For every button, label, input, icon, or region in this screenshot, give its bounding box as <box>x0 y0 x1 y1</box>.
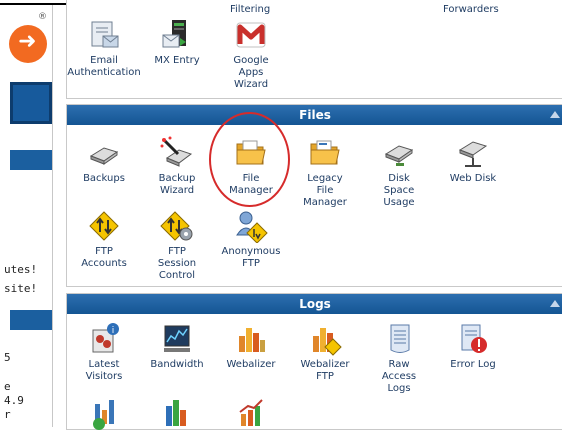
sidebar-text-line: r <box>4 408 11 421</box>
webalizer-icon <box>234 322 268 356</box>
sidebar-text-line[interactable]: site! <box>4 282 37 295</box>
registered-mark: ® <box>38 12 47 22</box>
logs-extra-item-3[interactable] <box>214 396 288 433</box>
item-label: Webalizer <box>226 359 276 370</box>
item-label: Disk Space Usage <box>383 173 415 208</box>
raw-access-logs-item[interactable]: Raw Access Logs <box>362 322 436 395</box>
item-label: FTP Session Control <box>157 246 197 281</box>
logs-section-header[interactable]: Logs <box>67 294 562 314</box>
sidebar-header-bar <box>10 150 52 170</box>
error-log-item[interactable]: Error Log <box>436 322 510 371</box>
disk-space-icon <box>382 136 416 170</box>
backup-wizard-icon <box>160 136 194 170</box>
svg-text:i: i <box>112 326 115 336</box>
item-label: Error Log <box>450 359 496 370</box>
item-label: FTP Accounts <box>81 246 127 269</box>
sidebar-header-bar <box>10 310 52 330</box>
legacy-file-manager-item[interactable]: Legacy File Manager <box>288 136 362 209</box>
sidebar-text-line: utes! <box>4 263 38 276</box>
left-sidebar: ➜ ® utes! site! 5 e 4.9 r <box>0 5 53 427</box>
logs-extra-item-2[interactable] <box>140 396 214 433</box>
files-section: Files Backups Backup Wizard File Manager… <box>66 104 562 287</box>
sidebar-text-line: 5 <box>4 351 11 364</box>
collapse-arrow-icon[interactable] <box>550 111 560 118</box>
bandwidth-item[interactable]: Bandwidth <box>140 322 214 371</box>
mx-entry-icon <box>160 18 194 52</box>
logs-section: Logs i Latest Visitors Bandwidth Webaliz… <box>66 293 562 430</box>
webalizer-ftp-item[interactable]: Webalizer FTP <box>288 322 362 383</box>
item-label: MX Entry <box>154 55 200 66</box>
disk-space-usage-item[interactable]: Disk Space Usage <box>362 136 436 209</box>
mx-entry-item[interactable]: MX Entry <box>140 18 214 67</box>
filtering-link[interactable]: Filtering <box>230 4 270 15</box>
webalizer-ftp-icon <box>308 322 342 356</box>
sidebar-blue-box[interactable] <box>10 82 52 124</box>
item-label: Google Apps Wizard <box>233 55 269 90</box>
section-title: Files <box>299 108 331 122</box>
item-label: Backup Wizard <box>158 173 196 196</box>
item-label: Raw Access Logs <box>381 359 417 394</box>
backup-icon <box>87 136 121 170</box>
item-label: Legacy File Manager <box>303 173 347 208</box>
backups-item[interactable]: Backups <box>67 136 141 185</box>
bandwidth-icon <box>160 322 194 356</box>
backup-wizard-item[interactable]: Backup Wizard <box>140 136 214 197</box>
item-label: Latest Visitors <box>85 359 123 382</box>
item-label: Backups <box>83 173 125 184</box>
latest-visitors-item[interactable]: i Latest Visitors <box>67 322 141 383</box>
anonymous-ftp-item[interactable]: Anonymous FTP <box>214 209 288 270</box>
google-apps-wizard-item[interactable]: Google Apps Wizard <box>214 18 288 91</box>
ftp-accounts-item[interactable]: FTP Accounts <box>67 209 141 270</box>
sidebar-text-line: e <box>4 380 11 393</box>
forwarders-link[interactable]: Forwarders <box>443 4 499 15</box>
collapse-arrow-icon[interactable] <box>550 300 560 307</box>
legacy-folder-icon <box>308 136 342 170</box>
latest-visitors-icon: i <box>87 322 121 356</box>
item-label: Webalizer FTP <box>300 359 350 382</box>
webalizer-item[interactable]: Webalizer <box>214 322 288 371</box>
file-manager-item[interactable]: File Manager <box>214 136 288 197</box>
item-label: Web Disk <box>449 173 497 184</box>
ftp-accounts-icon <box>87 209 121 243</box>
folder-icon <box>234 136 268 170</box>
stats-chart-icon <box>87 396 121 430</box>
item-label: Bandwidth <box>150 359 204 370</box>
web-disk-icon <box>456 136 490 170</box>
section-title: Logs <box>299 297 331 311</box>
raw-logs-icon <box>382 322 416 356</box>
error-log-icon <box>456 322 490 356</box>
trend-chart-icon <box>234 396 268 430</box>
bar-chart-icon <box>160 396 194 430</box>
google-apps-icon <box>234 18 268 52</box>
ftp-session-control-item[interactable]: FTP Session Control <box>140 209 214 282</box>
web-disk-item[interactable]: Web Disk <box>436 136 510 185</box>
email-auth-icon <box>87 18 121 52</box>
item-label: Email Authentication <box>67 55 141 78</box>
cpanel-logo-icon: ➜ <box>9 25 47 63</box>
mail-section: Filtering Forwarders Email Authenticatio… <box>66 0 562 99</box>
anonymous-ftp-icon <box>234 209 268 243</box>
email-authentication-item[interactable]: Email Authentication <box>67 18 141 79</box>
item-label: File Manager <box>229 173 273 196</box>
files-section-header[interactable]: Files <box>67 105 562 125</box>
logs-extra-item-1[interactable] <box>67 396 141 433</box>
item-label: Anonymous FTP <box>221 246 281 269</box>
ftp-session-icon <box>160 209 194 243</box>
sidebar-text-line: 4.9 <box>4 394 24 407</box>
